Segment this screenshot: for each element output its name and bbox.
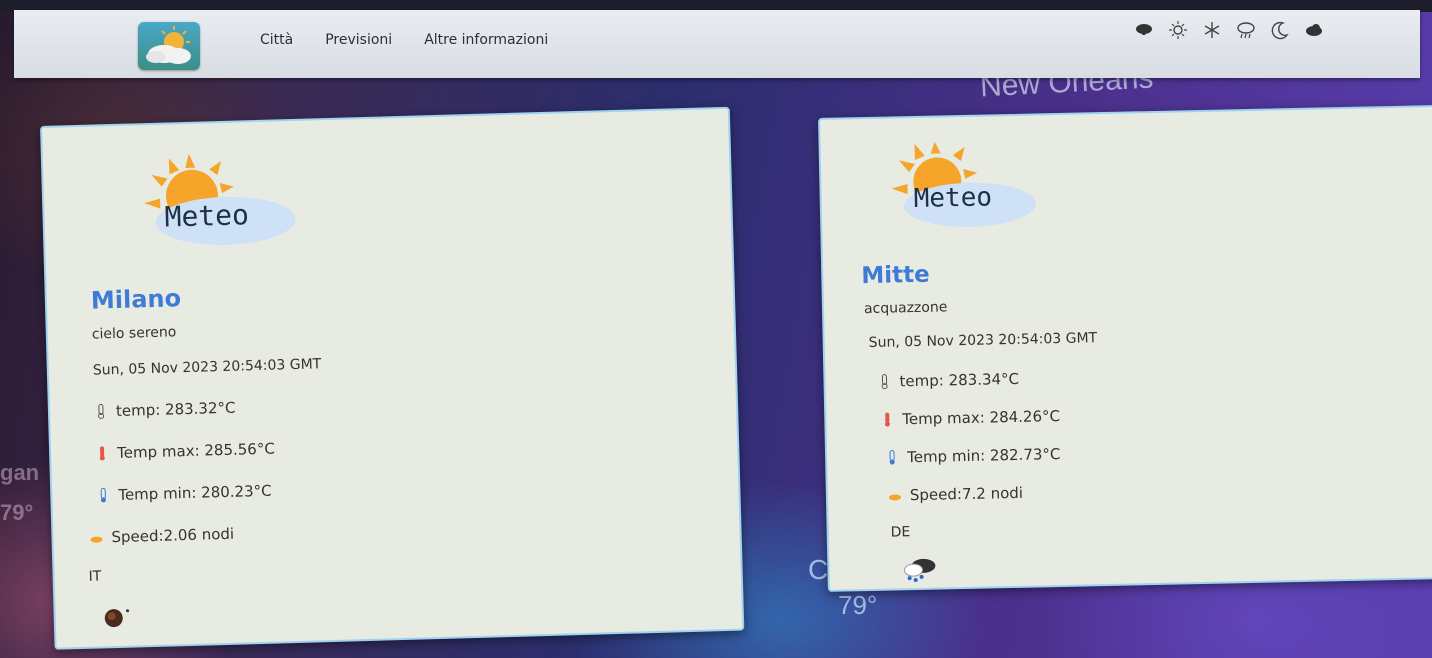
thermometer-icon [98, 403, 105, 419]
weather-description: cielo sereno [91, 324, 177, 343]
storm-cloud-icon[interactable] [1134, 20, 1154, 40]
country-code: IT [88, 568, 102, 585]
thermometer-cold-icon [100, 487, 106, 503]
navbar: Città Previsioni Altre informazioni [14, 10, 1420, 78]
night-clear-icon [104, 609, 130, 628]
city-name: Mitte [861, 261, 930, 290]
nav-link-citta[interactable]: Città [260, 32, 293, 48]
shower-rain-icon [903, 558, 936, 583]
city-name: Milano [90, 284, 182, 315]
weather-card-milano: Meteo Milano cielo sereno Sun, 05 Nov 20… [40, 106, 745, 650]
thermometer-icon [881, 374, 888, 390]
thermometer-hot-icon [99, 446, 105, 461]
temp-min-value: Temp min: 282.73°C [906, 444, 1061, 467]
temp-max-row: Temp max: 284.26°C [880, 407, 1060, 429]
wind-icon [888, 494, 901, 501]
weather-card-mitte: Meteo Mitte acquazzone Sun, 05 Nov 2023 … [818, 104, 1432, 592]
map-cut-temp: 79° [838, 590, 878, 620]
temp-value: temp: 283.32°C [115, 398, 236, 420]
sun-cloud-logo-icon [146, 26, 191, 64]
app-logo[interactable] [138, 22, 200, 70]
country-code: DE [890, 524, 911, 541]
temp-value: temp: 283.34°C [899, 369, 1020, 391]
timestamp: Sun, 05 Nov 2023 20:54:03 GMT [868, 330, 1098, 351]
temp-min-value: Temp min: 280.23°C [118, 481, 272, 504]
thermometer-cold-icon [889, 450, 895, 465]
thermometer-hot-icon [884, 412, 890, 427]
nav-link-previsioni[interactable]: Previsioni [325, 32, 392, 48]
wind-speed-row: Speed:7.2 nodi [888, 484, 1023, 505]
moon-icon[interactable] [1270, 20, 1290, 40]
sun-icon[interactable] [1168, 20, 1188, 40]
temp-row: temp: 283.34°C [877, 370, 1019, 391]
wind-speed-row: Speed:2.06 nodi [89, 525, 234, 547]
temp-row: temp: 283.32°C [94, 399, 236, 421]
temp-max-row: Temp max: 285.56°C [95, 440, 275, 463]
wind-icon [90, 536, 103, 543]
map-partial-temp: 79° [0, 500, 34, 525]
meteo-logo-text: Meteo [913, 182, 993, 215]
nav-weather-icons [1134, 20, 1324, 40]
meteo-logo-text: Meteo [164, 198, 250, 234]
timestamp: Sun, 05 Nov 2023 20:54:03 GMT [92, 356, 322, 379]
map-partial-label: gan [0, 460, 40, 485]
weather-description: acquazzone [863, 299, 948, 318]
nav-links: Città Previsioni Altre informazioni [260, 32, 548, 48]
temp-min-row: Temp min: 282.73°C [885, 445, 1061, 467]
temp-max-value: Temp max: 285.56°C [116, 439, 276, 462]
temp-max-value: Temp max: 284.26°C [902, 406, 1061, 429]
rain-cloud-icon[interactable] [1236, 20, 1256, 40]
snowflake-icon[interactable] [1202, 20, 1222, 40]
cloud-icon[interactable] [1304, 20, 1324, 40]
wind-speed-value: Speed:7.2 nodi [909, 483, 1024, 505]
wind-speed-value: Speed:2.06 nodi [111, 524, 235, 547]
nav-link-altre-informazioni[interactable]: Altre informazioni [424, 32, 548, 48]
temp-min-row: Temp min: 280.23°C [96, 482, 272, 505]
